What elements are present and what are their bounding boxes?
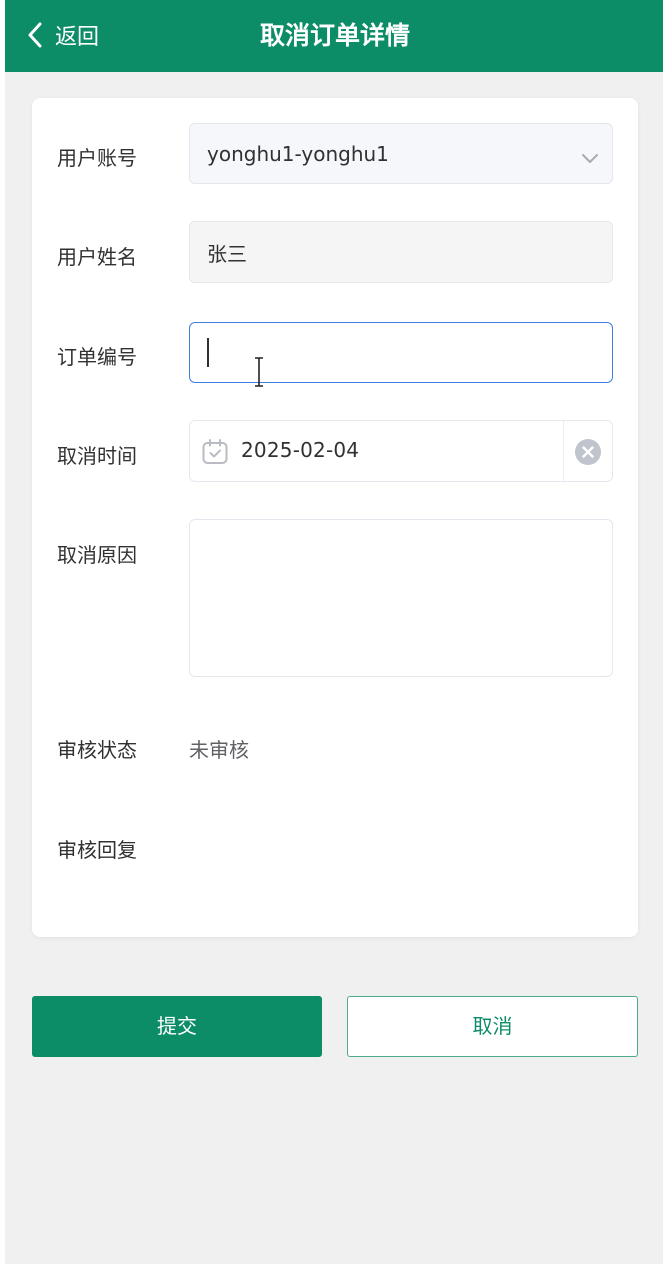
page-title: 取消订单详情: [259, 21, 410, 50]
chevron-down-icon: [581, 146, 599, 170]
user-account-value: yonghu1-yonghu1: [207, 141, 389, 166]
order-number-label: 订单编号: [57, 345, 137, 369]
review-status-value: 未审核: [189, 738, 249, 762]
date-divider: [563, 421, 564, 481]
cancel-reason-field[interactable]: [189, 519, 613, 677]
user-name-label: 用户姓名: [57, 245, 137, 269]
user-name-value: 张三: [207, 241, 247, 266]
review-status-label: 审核状态: [57, 738, 137, 762]
cancel-button[interactable]: 取消: [347, 996, 638, 1057]
review-reply-label: 审核回复: [57, 838, 137, 862]
user-account-label: 用户账号: [57, 146, 137, 170]
order-number-field[interactable]: [189, 322, 613, 387]
submit-button[interactable]: 提交: [32, 996, 322, 1057]
app-screen: 返回 取消订单详情 用户账号 yonghu1-yonghu1 用户姓名 张三 订…: [5, 0, 663, 1264]
top-nav-bar: 返回 取消订单详情: [5, 0, 663, 72]
form-card: 用户账号 yonghu1-yonghu1 用户姓名 张三 订单编号 取消时间 2…: [32, 98, 638, 937]
calendar-icon: [201, 438, 229, 471]
cancel-time-label: 取消时间: [57, 444, 137, 468]
clear-icon[interactable]: [574, 438, 602, 471]
text-caret: [207, 338, 209, 367]
cancel-time-picker[interactable]: 2025-02-04: [189, 420, 613, 482]
text-cursor-icon: [253, 357, 265, 392]
cancel-reason-textarea[interactable]: [190, 520, 612, 676]
user-account-select[interactable]: yonghu1-yonghu1: [189, 123, 613, 184]
cancel-reason-label: 取消原因: [57, 543, 137, 567]
cancel-time-value: 2025-02-04: [241, 438, 360, 462]
user-name-field[interactable]: 张三: [189, 221, 613, 283]
